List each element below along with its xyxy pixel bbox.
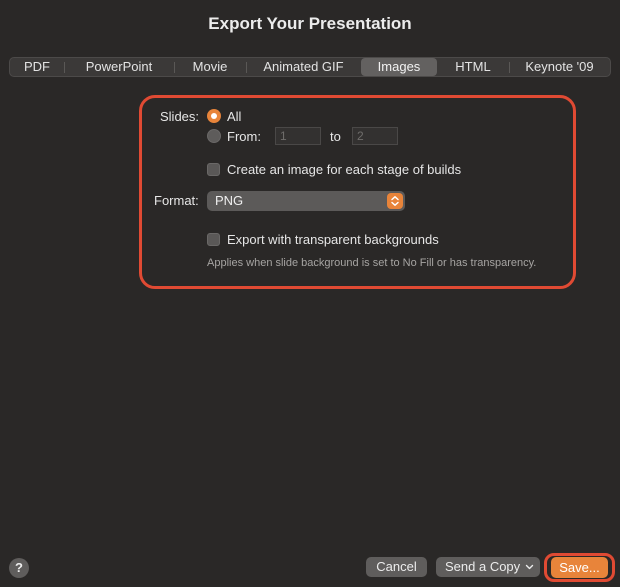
cancel-button[interactable]: Cancel <box>366 557 427 577</box>
format-value: PNG <box>215 193 244 208</box>
format-label: Format: <box>154 193 199 208</box>
send-a-copy-button[interactable]: Send a Copy <box>436 557 540 577</box>
send-a-copy-label: Send a Copy <box>445 559 521 574</box>
question-icon: ? <box>15 560 23 575</box>
dialog-title: Export Your Presentation <box>208 14 412 33</box>
tab-powerpoint[interactable]: PowerPoint <box>64 58 174 76</box>
slides-to-label: to <box>330 129 341 144</box>
tab-pdf[interactable]: PDF <box>10 58 64 76</box>
slides-from-radio[interactable] <box>207 129 221 143</box>
builds-label[interactable]: Create an image for each stage of builds <box>227 162 461 177</box>
from-slide-input[interactable]: 1 <box>275 127 321 145</box>
tab-html[interactable]: HTML <box>437 58 509 76</box>
save-button[interactable]: Save... <box>551 557 608 578</box>
builds-checkbox[interactable] <box>207 163 220 176</box>
to-slide-input[interactable]: 2 <box>352 127 398 145</box>
export-format-tabs: PDF PowerPoint Movie Animated GIF Images… <box>9 57 611 77</box>
tab-movie[interactable]: Movie <box>174 58 246 76</box>
chevron-up-down-icon <box>387 193 403 209</box>
chevron-down-icon <box>525 557 534 583</box>
format-select[interactable]: PNG <box>207 191 405 211</box>
slides-label: Slides: <box>160 109 200 124</box>
slides-all-radio[interactable] <box>207 109 221 123</box>
help-button[interactable]: ? <box>9 558 29 578</box>
transparent-checkbox[interactable] <box>207 233 220 246</box>
transparent-label[interactable]: Export with transparent backgrounds <box>227 232 439 247</box>
transparent-hint: Applies when slide background is set to … <box>207 257 537 269</box>
tab-animated-gif[interactable]: Animated GIF <box>246 58 361 76</box>
slides-from-label[interactable]: From: <box>227 129 261 144</box>
tab-images[interactable]: Images <box>361 58 437 76</box>
slides-all-label[interactable]: All <box>227 109 241 124</box>
tab-keynote-09[interactable]: Keynote '09 <box>509 58 610 76</box>
